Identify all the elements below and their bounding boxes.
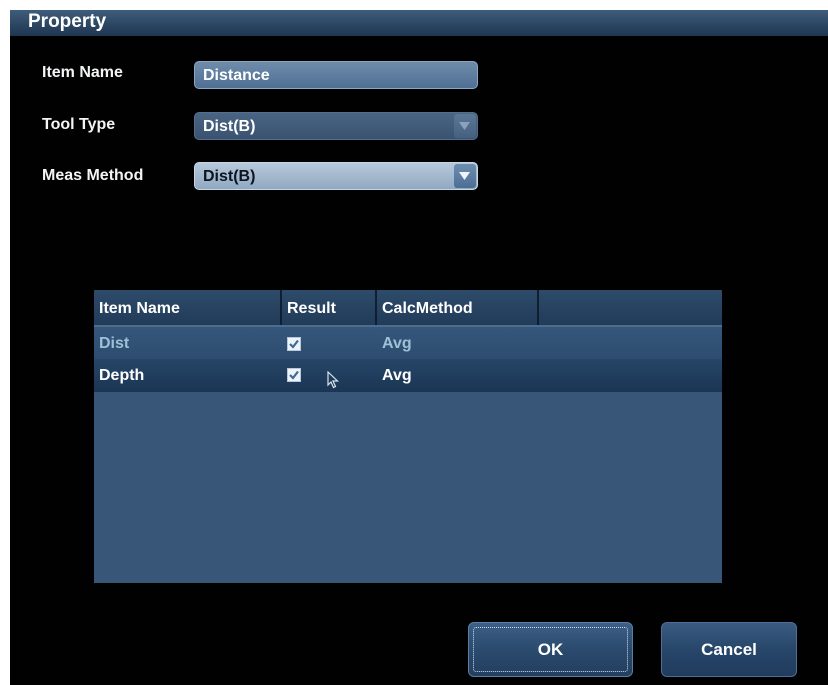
chevron-down-icon — [459, 122, 470, 130]
meas-method-value: Dist(B) — [203, 168, 256, 185]
table-header: Item Name Result CalcMethod — [94, 290, 722, 327]
row-calc-method[interactable]: Avg — [377, 329, 412, 359]
row-calc-method[interactable]: Avg — [377, 359, 412, 392]
column-header-empty — [539, 290, 722, 327]
dialog-title: Property — [28, 11, 107, 32]
tool-type-select: Dist(B) — [194, 112, 478, 140]
item-name-value: Distance — [203, 67, 270, 84]
property-dialog: Property Item Name Distance Tool Type Di… — [10, 10, 828, 685]
meas-method-dropdown-button[interactable] — [454, 164, 476, 188]
column-header-result[interactable]: Result — [282, 290, 375, 327]
tool-type-dropdown-button — [454, 114, 476, 138]
items-table[interactable]: Item Name Result CalcMethod Dist Avg Dep… — [94, 290, 722, 583]
ok-button[interactable]: OK — [468, 622, 633, 677]
tool-type-value: Dist(B) — [203, 118, 256, 135]
table-row[interactable]: Dist Avg — [94, 329, 722, 359]
column-header-calc-method[interactable]: CalcMethod — [377, 290, 537, 327]
chevron-down-icon — [459, 172, 470, 180]
mouse-pointer-icon — [327, 371, 339, 389]
column-header-item-name[interactable]: Item Name — [94, 290, 280, 327]
meas-method-label: Meas Method — [42, 167, 144, 184]
item-name-label: Item Name — [42, 64, 123, 81]
title-bar: Property — [10, 10, 828, 36]
meas-method-select[interactable]: Dist(B) — [194, 162, 478, 190]
focus-ring — [473, 627, 628, 672]
cancel-button-label: Cancel — [701, 640, 757, 659]
row-item-name: Depth — [99, 367, 145, 384]
table-row-selected[interactable]: Depth Avg — [94, 359, 722, 392]
checkbox-checked-icon[interactable] — [287, 337, 301, 351]
row-item-name: Dist — [99, 335, 130, 352]
checkbox-checked-icon[interactable] — [287, 368, 301, 382]
tool-type-label: Tool Type — [42, 116, 116, 133]
cancel-button[interactable]: Cancel — [661, 622, 797, 677]
item-name-input[interactable]: Distance — [194, 61, 478, 89]
